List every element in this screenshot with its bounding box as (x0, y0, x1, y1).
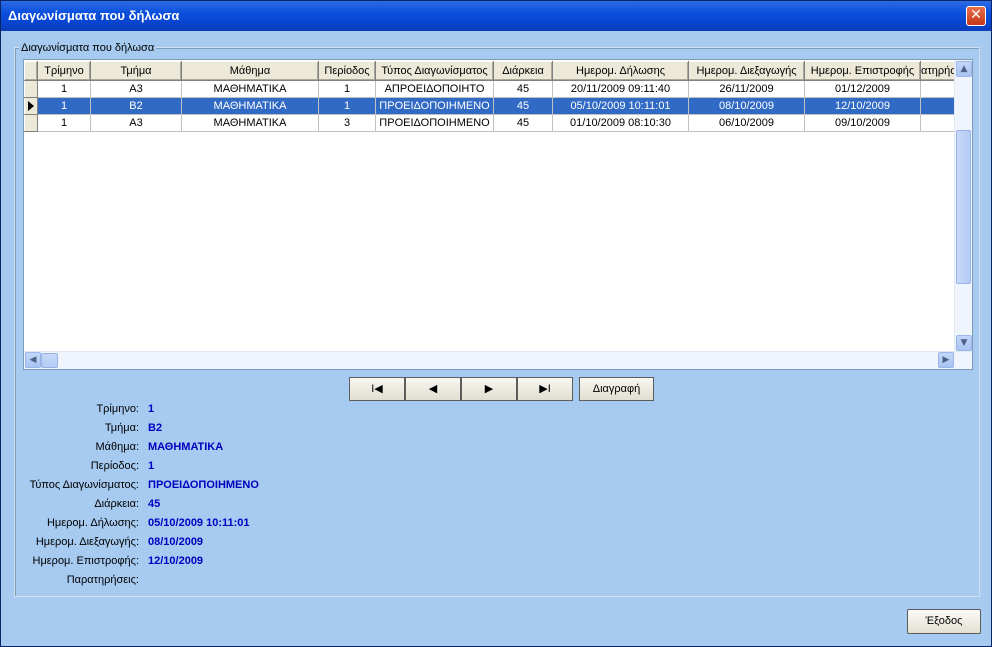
scroll-right-button[interactable]: ▶ (938, 352, 954, 368)
value-class: Β2 (148, 422, 163, 434)
first-record-button[interactable]: I◀ (349, 377, 405, 401)
label-declaration-date: Ημερομ. Δήλωσης: (46, 517, 139, 529)
label-exam-type: Τύπος Διαγωνίσματος: (29, 479, 139, 491)
next-record-button[interactable]: ▶ (461, 377, 517, 401)
table-row[interactable]: 1 Α3 ΜΑΘΗΜΑΤΙΚΑ 1 ΑΠΡΟΕΙΔΟΠΟΙΗΤΟ 45 20/1… (24, 80, 958, 98)
last-record-button[interactable]: ▶I (517, 377, 573, 401)
table-cell[interactable]: 1 (37, 114, 91, 132)
value-declaration-date: 05/10/2009 10:11:01 (148, 517, 250, 529)
table-cell[interactable]: 26/11/2009 (688, 80, 805, 98)
window-title: Διαγωνίσματα που δήλωσα (8, 8, 180, 23)
table-header-row: Τρίμηνο Τμήμα Μάθημα Περίοδος Τύπος Διαγ… (24, 61, 958, 81)
table-cell[interactable]: 09/10/2009 (804, 114, 921, 132)
col-header-exam-date[interactable]: Ημερομ. Διεξαγωγής (688, 61, 805, 81)
value-period: 1 (148, 460, 155, 472)
table-cell[interactable]: 20/11/2009 09:11:40 (552, 80, 689, 98)
value-return-date: 12/10/2009 (148, 555, 204, 567)
table-cell[interactable] (920, 80, 958, 98)
label-trimester: Τρίμηνο: (96, 403, 139, 415)
label-class: Τμήμα: (104, 422, 139, 434)
table-cell[interactable]: ΠΡΟΕΙΔΟΠΟΙΗΜΕΝΟ (375, 97, 494, 115)
table-cell[interactable] (920, 114, 958, 132)
vertical-scroll-thumb[interactable] (956, 130, 971, 284)
exams-grid[interactable]: Τρίμηνο Τμήμα Μάθημα Περίοδος Τύπος Διαγ… (23, 59, 973, 370)
row-header[interactable] (24, 80, 38, 98)
table-row-selected[interactable]: 1 Β2 ΜΑΘΗΜΑΤΙΚΑ 1 ΠΡΟΕΙΔΟΠΟΙΗΜΕΝΟ 45 05/… (24, 97, 958, 115)
table-cell[interactable]: ΜΑΘΗΜΑΤΙΚΑ (181, 80, 319, 98)
table-cell[interactable]: ΠΡΟΕΙΔΟΠΟΙΗΜΕΝΟ (375, 114, 494, 132)
table-cell[interactable]: Β2 (90, 97, 182, 115)
table-cell[interactable]: ΜΑΘΗΜΑΤΙΚΑ (181, 97, 319, 115)
table-cell[interactable]: Α3 (90, 80, 182, 98)
col-header-duration[interactable]: Διάρκεια (493, 61, 553, 81)
col-header-class[interactable]: Τμήμα (90, 61, 182, 81)
main-window: Διαγωνίσματα που δήλωσα ✕ Διαγωνίσματα π… (0, 0, 992, 647)
table-cell[interactable] (920, 97, 958, 115)
table-cell[interactable]: 45 (493, 80, 553, 98)
label-notes: Παρατηρήσεις: (66, 574, 139, 586)
vertical-scrollbar[interactable]: ▲ ▼ (954, 60, 972, 352)
exit-button[interactable]: Έξοδος (907, 609, 981, 634)
value-subject: ΜΑΘΗΜΑΤΙΚΑ (148, 441, 224, 453)
col-header-return-date[interactable]: Ημερομ. Επιστροφής (804, 61, 921, 81)
table-cell[interactable]: 12/10/2009 (804, 97, 921, 115)
table-cell[interactable]: 1 (37, 80, 91, 98)
horizontal-scrollbar[interactable]: ◀ ▶ (24, 351, 972, 369)
value-exam-type: ΠΡΟΕΙΔΟΠΟΙΗΜΕΝΟ (148, 479, 259, 491)
row-header-corner (24, 61, 38, 81)
table-cell[interactable]: 3 (318, 114, 376, 132)
title-bar[interactable]: Διαγωνίσματα που δήλωσα ✕ (1, 1, 991, 31)
table-cell[interactable]: 01/10/2009 08:10:30 (552, 114, 689, 132)
value-exam-date: 08/10/2009 (148, 536, 204, 548)
scroll-up-button[interactable]: ▲ (956, 61, 972, 77)
label-period: Περίοδος: (90, 460, 139, 472)
table-cell[interactable]: 05/10/2009 10:11:01 (552, 97, 689, 115)
table-row[interactable]: 1 Α3 ΜΑΘΗΜΑΤΙΚΑ 3 ΠΡΟΕΙΔΟΠΟΙΗΜΕΝΟ 45 01/… (24, 114, 958, 132)
group-title: Διαγωνίσματα που δήλωσα (19, 42, 157, 54)
table-cell[interactable]: 45 (493, 97, 553, 115)
table-cell[interactable]: 01/12/2009 (804, 80, 921, 98)
table-cell[interactable]: 08/10/2009 (688, 97, 805, 115)
table-cell[interactable]: 1 (37, 97, 91, 115)
row-header[interactable] (24, 114, 38, 132)
previous-record-button[interactable]: ◀ (405, 377, 461, 401)
row-header[interactable] (24, 97, 38, 115)
current-row-arrow-icon (28, 101, 34, 111)
col-header-period[interactable]: Περίοδος (318, 61, 376, 81)
label-exam-date: Ημερομ. Διεξαγωγής: (35, 536, 139, 548)
col-header-notes[interactable]: ατηρήσ (920, 61, 958, 81)
scroll-left-button[interactable]: ◀ (25, 352, 41, 368)
exams-table: Τρίμηνο Τμήμα Μάθημα Περίοδος Τύπος Διαγ… (24, 61, 958, 132)
delete-button[interactable]: Διαγραφή (579, 377, 654, 401)
table-cell[interactable]: ΜΑΘΗΜΑΤΙΚΑ (181, 114, 319, 132)
label-return-date: Ημερομ. Επιστροφής: (32, 555, 140, 567)
value-trimester: 1 (148, 403, 155, 415)
table-cell[interactable]: Α3 (90, 114, 182, 132)
table-cell[interactable]: 1 (318, 97, 376, 115)
close-button[interactable]: ✕ (966, 6, 986, 26)
col-header-exam-type[interactable]: Τύπος Διαγωνίσματος (375, 61, 494, 81)
col-header-subject[interactable]: Μάθημα (181, 61, 319, 81)
col-header-trimester[interactable]: Τρίμηνο (37, 61, 91, 81)
table-cell[interactable]: 1 (318, 80, 376, 98)
label-duration: Διάρκεια: (94, 498, 139, 510)
col-header-declaration-date[interactable]: Ημερομ. Δήλωσης (552, 61, 689, 81)
label-subject: Μάθημα: (95, 441, 139, 453)
table-cell[interactable]: 06/10/2009 (688, 114, 805, 132)
table-cell[interactable]: 45 (493, 114, 553, 132)
horizontal-scroll-thumb[interactable] (41, 353, 58, 368)
value-duration: 45 (148, 498, 161, 510)
scroll-down-button[interactable]: ▼ (956, 335, 972, 351)
table-cell[interactable]: ΑΠΡΟΕΙΔΟΠΟΙΗΤΟ (375, 80, 494, 98)
